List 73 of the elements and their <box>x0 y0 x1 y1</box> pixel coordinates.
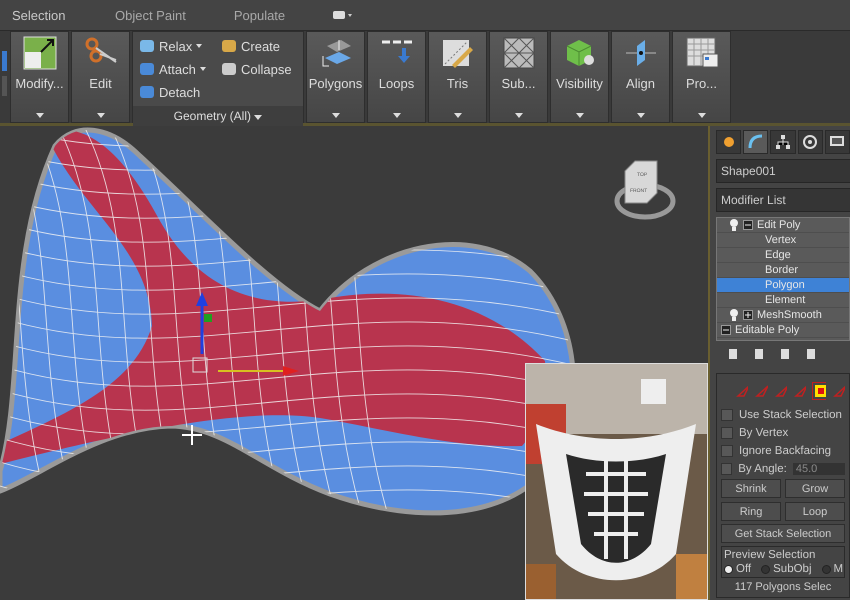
checkbox[interactable]: Use Stack Selection <box>721 407 845 422</box>
stack-item[interactable]: Edit Poly <box>717 218 849 233</box>
radio-button[interactable]: M <box>822 563 844 575</box>
get-stack-selection-button[interactable]: Get Stack Selection <box>721 524 845 543</box>
stack-item[interactable]: Polygon <box>717 278 849 293</box>
ribbon-button[interactable]: Visibility <box>550 31 609 123</box>
group-title[interactable]: Geometry (All) <box>133 106 303 126</box>
detach-icon <box>139 84 155 100</box>
minimize-ribbon-icon[interactable] <box>333 11 354 19</box>
caret-icon <box>332 113 340 118</box>
caret-icon <box>36 113 44 118</box>
sun-icon[interactable] <box>716 130 742 154</box>
ribbon-small-button[interactable]: Detach <box>139 82 221 102</box>
ribbon-small-button[interactable]: Attach <box>139 59 221 79</box>
ribbon-button[interactable]: Loops <box>367 31 426 123</box>
checkbox[interactable]: By Vertex <box>721 425 845 440</box>
caret-icon <box>254 115 262 120</box>
ribbon-button[interactable]: Polygons <box>306 31 365 123</box>
panel-button[interactable]: Loop <box>785 502 845 521</box>
collapse-icon[interactable] <box>721 325 731 335</box>
ribbon-tab[interactable]: Selection <box>12 8 115 22</box>
group-title: Preview Selection <box>724 549 816 561</box>
caret-icon <box>636 113 644 118</box>
monitor-icon[interactable] <box>824 130 850 154</box>
light-bulb-icon[interactable] <box>729 219 739 231</box>
panel-button[interactable]: Shrink <box>721 479 781 498</box>
ribbon-small-button[interactable]: Relax <box>139 36 221 56</box>
stack-item[interactable]: Vertex <box>717 233 849 248</box>
selection-status: 117 Polygons Selec <box>734 581 832 593</box>
caret-icon <box>392 113 400 118</box>
modifier-list-dropdown[interactable]: Modifier List <box>716 188 850 212</box>
ribbon-button[interactable]: Modify... <box>10 31 69 123</box>
angle-field[interactable]: 45.0 <box>792 462 845 474</box>
cursor-icon <box>181 424 203 446</box>
radio-button[interactable]: Off <box>724 563 752 575</box>
caret-icon <box>196 44 202 48</box>
caret-icon <box>576 113 584 118</box>
checkbox[interactable]: By Angle: 45.0 <box>721 461 845 476</box>
ribbon-small-button[interactable]: Collapse <box>221 59 303 79</box>
radio-button[interactable]: SubObj <box>761 563 812 575</box>
create-icon <box>221 38 237 54</box>
light-bulb-icon[interactable] <box>729 309 739 321</box>
caret-icon <box>698 113 706 118</box>
caret-icon <box>96 113 104 118</box>
ribbon-button[interactable]: Align <box>611 31 670 123</box>
expand-icon[interactable] <box>743 310 753 320</box>
ribbon-button[interactable]: Tris <box>428 31 487 123</box>
resize-icon <box>22 36 56 70</box>
stack-item[interactable]: Element <box>717 293 849 308</box>
triangle-grid-icon <box>502 36 536 70</box>
collapse-icon <box>221 61 237 77</box>
stack-item[interactable]: Editable Poly <box>717 323 849 338</box>
ribbon-small-button[interactable]: Create <box>221 36 303 56</box>
ribbon-button[interactable]: Edit <box>71 31 130 123</box>
caret-icon <box>454 113 462 118</box>
curve-icon[interactable] <box>743 130 768 154</box>
caret-icon <box>200 67 206 71</box>
stack-item[interactable]: MeshSmooth <box>717 308 849 323</box>
object-name-field[interactable]: Shape001 <box>716 159 850 183</box>
stack-item[interactable]: Edge <box>717 248 849 263</box>
transform-gizmo-icon <box>192 292 299 376</box>
ribbon-tab[interactable]: Object Paint <box>115 8 234 22</box>
relax-icon <box>139 38 155 54</box>
attach-icon <box>139 61 155 77</box>
collapse-icon[interactable] <box>743 220 753 230</box>
panel-button[interactable]: Ring <box>721 502 781 521</box>
ribbon-button[interactable]: Sub... <box>489 31 548 123</box>
ribbon-tab[interactable]: Populate <box>234 8 334 22</box>
checkbox[interactable]: Ignore Backfacing <box>721 443 845 458</box>
panel-button[interactable]: Grow <box>785 479 845 498</box>
caret-icon <box>514 113 522 118</box>
hierarchy-icon[interactable] <box>770 130 796 154</box>
ribbon-button[interactable]: Pro... <box>672 31 731 123</box>
